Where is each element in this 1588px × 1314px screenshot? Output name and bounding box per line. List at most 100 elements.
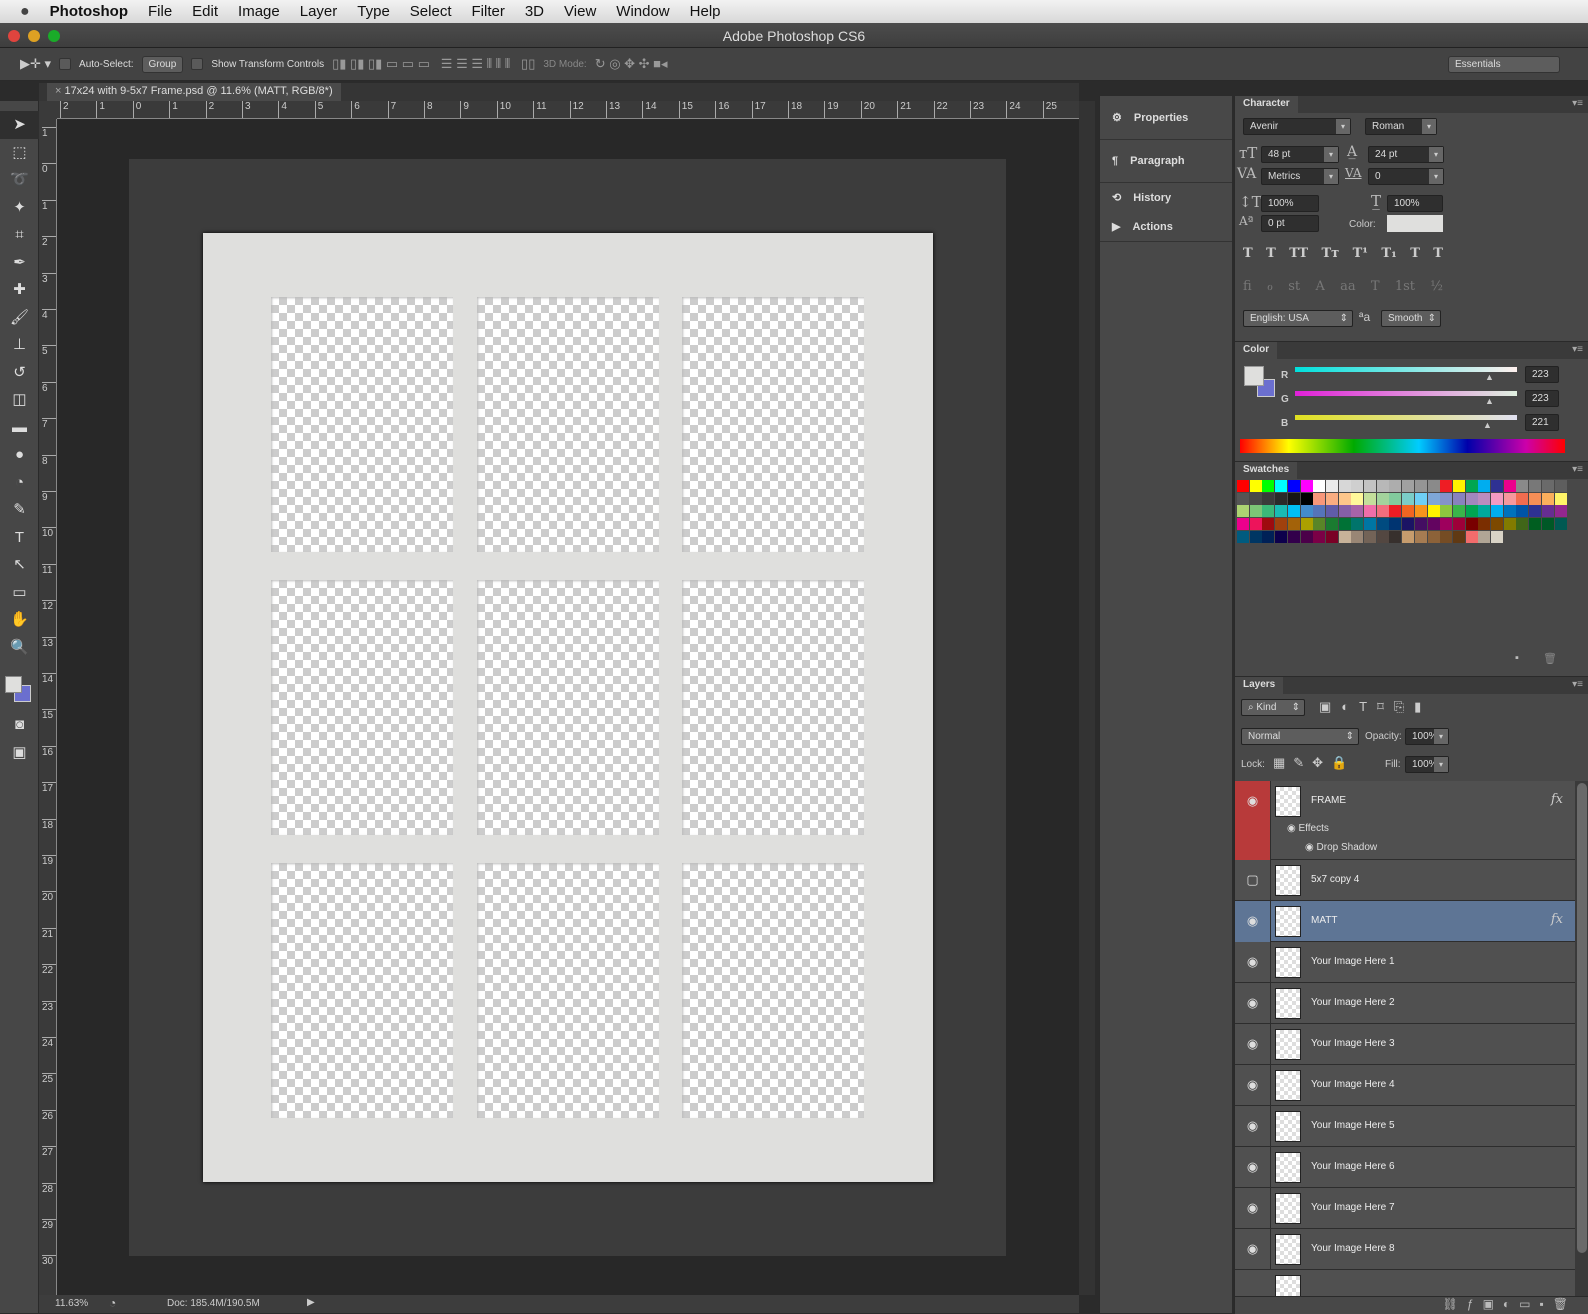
swatch[interactable]: [1287, 530, 1300, 543]
swatch[interactable]: [1427, 492, 1440, 505]
layer-name[interactable]: Your Image Here 4: [1311, 1079, 1395, 1090]
swatch[interactable]: [1338, 505, 1351, 518]
canvas-area[interactable]: [57, 119, 1079, 1295]
menu-view[interactable]: View: [564, 3, 596, 20]
swatch[interactable]: [1440, 530, 1453, 543]
swatch[interactable]: [1275, 492, 1288, 505]
swatch[interactable]: [1338, 530, 1351, 543]
swatch[interactable]: [1376, 492, 1389, 505]
swatch[interactable]: [1300, 518, 1313, 531]
visibility-eye-icon[interactable]: ◉: [1235, 1229, 1271, 1270]
swatch[interactable]: [1465, 492, 1478, 505]
layer-name[interactable]: FRAME: [1311, 795, 1346, 806]
stamp-tool-icon[interactable]: ⊥: [0, 331, 39, 359]
font-family-select[interactable]: Avenir ▾: [1243, 118, 1351, 135]
dock-history[interactable]: ⟲ History: [1100, 182, 1232, 212]
swatch[interactable]: [1529, 518, 1542, 531]
text-color-swatch[interactable]: [1387, 215, 1443, 232]
swatch[interactable]: [1275, 530, 1288, 543]
kerning-field[interactable]: Metrics ▾: [1261, 168, 1339, 185]
swatch[interactable]: [1427, 505, 1440, 518]
magic-wand-tool-icon[interactable]: ✦: [0, 194, 39, 222]
swatch[interactable]: [1465, 505, 1478, 518]
b-value[interactable]: 221: [1525, 414, 1559, 431]
swatch[interactable]: [1364, 492, 1376, 505]
swatch[interactable]: [1516, 492, 1529, 505]
layer-fx-icon[interactable]: fx: [1551, 792, 1563, 807]
menu-window[interactable]: Window: [616, 3, 669, 20]
swatch[interactable]: [1491, 480, 1503, 492]
swatch[interactable]: [1313, 480, 1326, 492]
move-tool-icon[interactable]: ➤: [0, 111, 39, 139]
hand-tool-icon[interactable]: ✋: [0, 606, 39, 634]
quick-mask-icon[interactable]: ◙: [0, 711, 39, 739]
b-slider-thumb[interactable]: ▲: [1483, 420, 1492, 430]
swatch[interactable]: [1402, 492, 1415, 505]
color-tab[interactable]: Color: [1235, 342, 1278, 359]
menu-photoshop[interactable]: Photoshop: [50, 3, 128, 20]
swatch[interactable]: [1414, 480, 1427, 492]
swatch[interactable]: [1478, 480, 1491, 492]
layer-name[interactable]: Your Image Here 8: [1311, 1243, 1395, 1254]
foreground-color-icon[interactable]: [5, 676, 22, 693]
document-canvas[interactable]: [129, 159, 1006, 1256]
layer-name[interactable]: Your Image Here 7: [1311, 1202, 1395, 1213]
lock-icons[interactable]: ▦✎✥🔒: [1273, 755, 1355, 771]
swatch[interactable]: [1503, 480, 1516, 492]
brush-tool-icon[interactable]: 🖌: [0, 304, 39, 332]
visibility-eye-icon[interactable]: ◉: [1235, 781, 1271, 860]
swatches-tab[interactable]: Swatches: [1235, 462, 1298, 479]
swatch[interactable]: [1300, 492, 1313, 505]
swatch[interactable]: [1338, 492, 1351, 505]
swatch[interactable]: [1541, 505, 1554, 518]
swatch[interactable]: [1389, 518, 1402, 531]
new-swatch-icon[interactable]: ▪: [1515, 652, 1519, 664]
menu-help[interactable]: Help: [690, 3, 721, 20]
opacity-field[interactable]: 100% ▾: [1405, 728, 1449, 745]
type-style-button[interactable]: T: [1433, 246, 1443, 261]
type-style-button[interactable]: T₁: [1381, 246, 1396, 261]
swatch[interactable]: [1402, 505, 1415, 518]
layer-row[interactable]: ◉ Your Image Here 3: [1235, 1024, 1575, 1065]
swatch[interactable]: [1554, 480, 1567, 492]
tools-grip[interactable]: [0, 101, 38, 111]
dock-paragraph[interactable]: ¶ Paragraph: [1100, 139, 1232, 182]
r-slider-thumb[interactable]: ▲: [1485, 372, 1494, 382]
lasso-tool-icon[interactable]: ➰: [0, 166, 39, 194]
eraser-tool-icon[interactable]: ◫: [0, 386, 39, 414]
swatch[interactable]: [1287, 518, 1300, 531]
timing-icon[interactable]: ◔: [109, 1296, 116, 1310]
dodge-tool-icon[interactable]: ◔: [0, 469, 39, 497]
swatch[interactable]: [1325, 480, 1338, 492]
swatch[interactable]: [1440, 518, 1453, 531]
swatch[interactable]: [1465, 530, 1478, 543]
healing-tool-icon[interactable]: ✚: [0, 276, 39, 304]
blend-mode-select[interactable]: Normal ⇕: [1241, 728, 1359, 745]
swatch[interactable]: [1313, 492, 1326, 505]
font-style-select[interactable]: Roman ▾: [1365, 118, 1437, 135]
align-buttons-icon[interactable]: ▯▮ ▯▮ ▯▮ ▭ ▭ ▭ ☰ ☰ ☰ ⫴ ⫴ ⫴ ▯▯: [332, 56, 535, 72]
swatch[interactable]: [1414, 505, 1427, 518]
color-spectrum-ramp[interactable]: [1240, 439, 1565, 453]
color-swatches-tool[interactable]: [0, 661, 38, 711]
vertical-ruler[interactable]: 1 0 1 2 3 4 5 6 7 8 9 10 11 12 13 14 15 16 17 18 19 20 21 22 23 2…: [39, 119, 57, 1295]
swatch[interactable]: [1503, 518, 1516, 531]
swatch[interactable]: [1478, 530, 1491, 543]
swatch[interactable]: [1491, 492, 1503, 505]
swatch[interactable]: [1414, 530, 1427, 543]
swatch[interactable]: [1414, 518, 1427, 531]
layers-tab[interactable]: Layers: [1235, 677, 1284, 694]
visibility-eye-icon[interactable]: ◉: [1235, 1147, 1271, 1188]
dock-properties[interactable]: ⚙ Properties: [1100, 96, 1232, 139]
swatch[interactable]: [1300, 480, 1313, 492]
layer-row[interactable]: ◉ FRAME fx ◉ Effects ◉ Drop Shadow: [1235, 781, 1575, 860]
swatch[interactable]: [1452, 530, 1465, 543]
swatch[interactable]: [1249, 480, 1262, 492]
swatch[interactable]: [1338, 518, 1351, 531]
character-tab[interactable]: Character: [1235, 96, 1298, 113]
swatch[interactable]: [1427, 530, 1440, 543]
swatch[interactable]: [1313, 505, 1326, 518]
fill-field[interactable]: 100% ▾: [1405, 756, 1449, 773]
horizontal-ruler[interactable]: 2 1 0 1 2 3 4 5 6 7 8 9 10 11 12 13 14 15 16 17 18 19 20 21 22 23…: [57, 101, 1079, 119]
swatch[interactable]: [1389, 492, 1402, 505]
